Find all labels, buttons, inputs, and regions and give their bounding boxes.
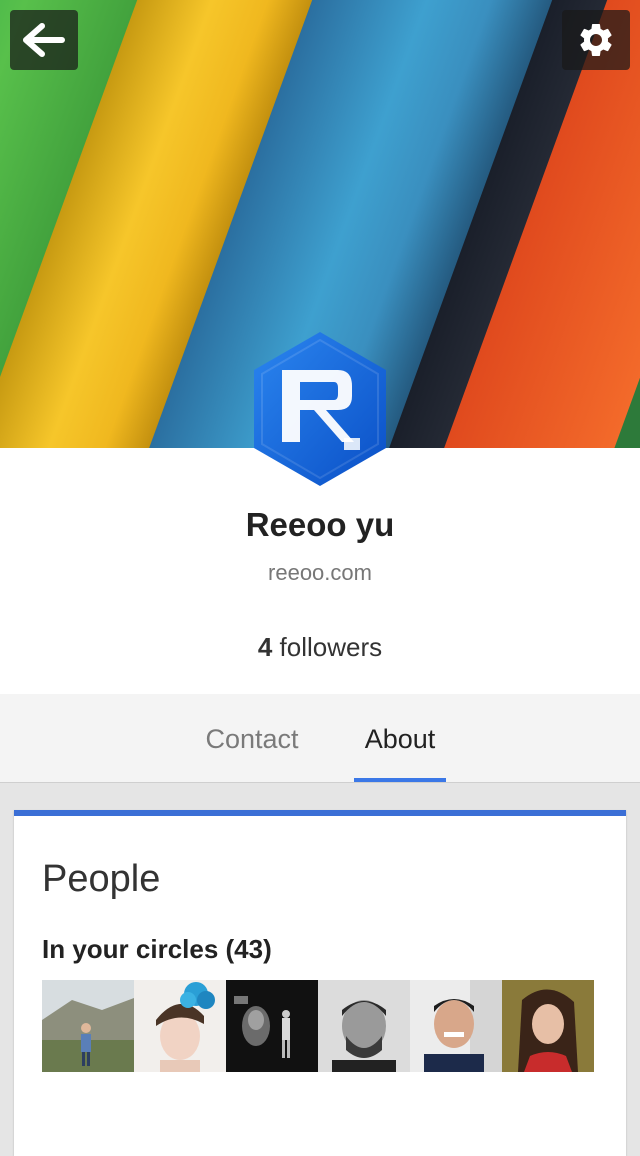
tab-contact[interactable]: Contact — [190, 694, 314, 782]
circle-person-avatar[interactable] — [410, 980, 502, 1072]
profile-site-link[interactable]: reeoo.com — [0, 560, 640, 586]
circle-person-avatar[interactable] — [42, 980, 134, 1072]
arrow-left-icon — [23, 23, 65, 57]
gear-icon — [580, 23, 612, 56]
circle-person-avatar[interactable] — [226, 980, 318, 1072]
profile-avatar[interactable] — [252, 330, 388, 488]
person-photo-outdoor — [42, 980, 134, 1072]
person-photo-flower-hat — [134, 980, 226, 1072]
tab-about[interactable]: About — [354, 694, 446, 782]
circle-person-avatar[interactable] — [318, 980, 410, 1072]
person-photo-bw-man — [318, 980, 410, 1072]
in-your-circles-label[interactable]: In your circles (43) — [42, 934, 272, 965]
followers-count[interactable]: 4 followers — [0, 632, 640, 663]
circle-person-avatar[interactable] — [502, 980, 594, 1072]
active-tab-indicator — [354, 778, 446, 782]
profile-name: Reeoo yu — [245, 506, 395, 543]
followers-label: followers — [279, 632, 383, 662]
people-title: People — [42, 858, 161, 900]
person-photo-smiling-man — [410, 980, 502, 1072]
followers-number: 4 — [257, 632, 273, 662]
circles-avatars — [42, 980, 594, 1072]
reeoo-logo-icon — [254, 332, 386, 486]
people-card: People In your circles (43) — [14, 810, 626, 1156]
settings-button[interactable] — [562, 10, 630, 70]
back-button[interactable] — [10, 10, 78, 70]
circle-person-avatar[interactable] — [134, 980, 226, 1072]
profile-tabs: Contact About — [0, 694, 640, 783]
person-photo-woman — [502, 980, 594, 1072]
person-photo-stage — [226, 980, 318, 1072]
